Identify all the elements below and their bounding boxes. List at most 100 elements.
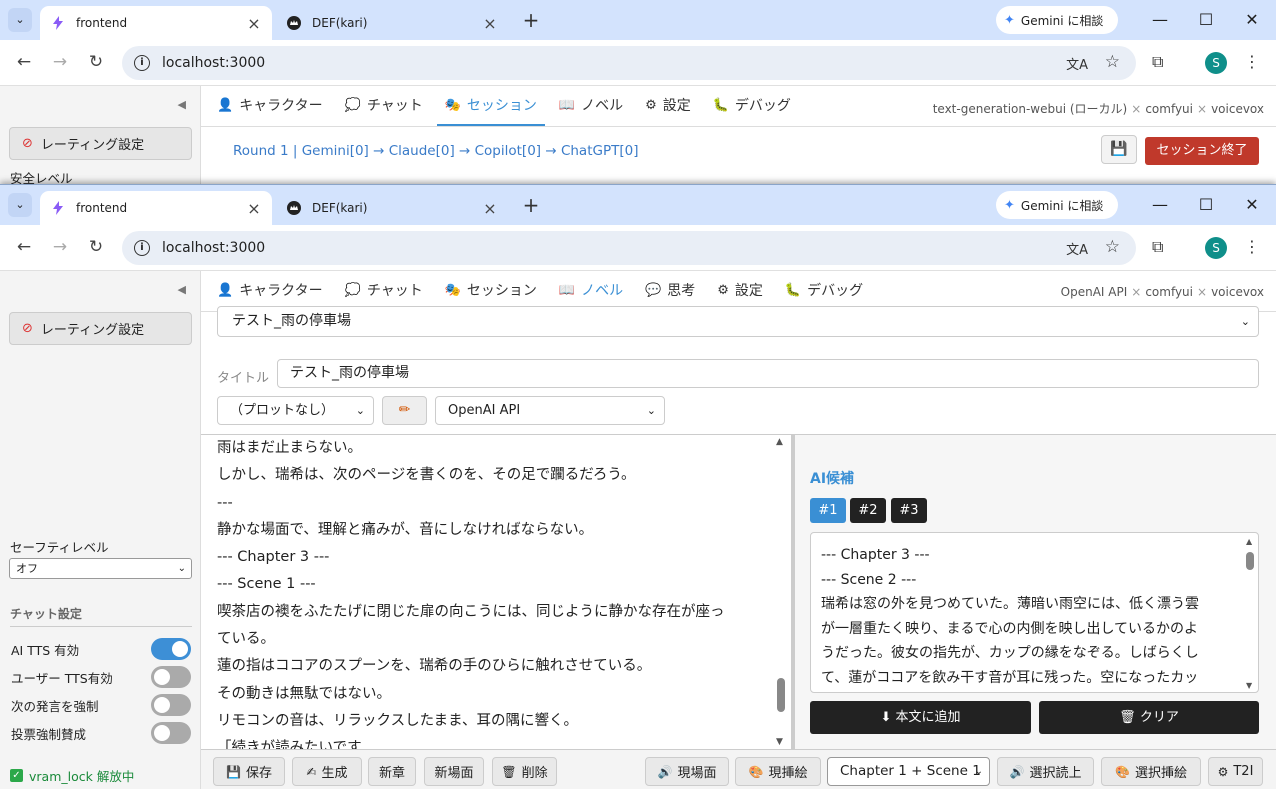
scroll-down-icon[interactable]: ▼ xyxy=(776,737,783,747)
address-bar[interactable]: i localhost:3000 文A ☆ xyxy=(122,231,1136,265)
tab-search-chevron-icon[interactable]: ⌄ xyxy=(8,8,32,32)
tab-settings[interactable]: ⚙ 設定 xyxy=(709,271,771,311)
maximize-icon[interactable]: ☐ xyxy=(1196,195,1216,214)
close-icon[interactable]: × xyxy=(482,199,498,218)
candidate-tab-1[interactable]: #1 xyxy=(810,498,846,523)
address-bar[interactable]: i localhost:3000 文A ☆ xyxy=(122,46,1136,80)
bookmark-star-icon[interactable]: ☆ xyxy=(1105,237,1120,257)
title-input[interactable]: テスト_雨の停車場 xyxy=(277,359,1259,388)
rating-settings-button[interactable]: ⊘ レーティング設定 xyxy=(9,127,192,160)
candidate-tab-2[interactable]: #2 xyxy=(850,498,886,523)
back-icon[interactable]: ← xyxy=(13,52,35,72)
end-session-button[interactable]: セッション終了 xyxy=(1145,137,1259,165)
scroll-thumb[interactable] xyxy=(1246,552,1254,570)
scroll-up-icon[interactable]: ▲ xyxy=(1246,537,1252,546)
current-scene-button[interactable]: 🔊 現場面 xyxy=(645,757,729,786)
append-to-body-button[interactable]: ⬇ 本文に追加 xyxy=(810,701,1031,734)
close-window-icon[interactable]: ✕ xyxy=(1242,10,1262,29)
collapse-sidebar-icon[interactable]: ◀ xyxy=(178,98,186,111)
editor-scrollbar[interactable]: ▲ ▼ xyxy=(775,435,787,749)
safety-level-select[interactable]: オフ ⌄ xyxy=(9,558,192,579)
save-button[interactable]: 💾 保存 xyxy=(213,757,285,786)
current-illust-button[interactable]: 🎨 現挿絵 xyxy=(735,757,821,786)
scroll-thumb[interactable] xyxy=(777,678,785,712)
profile-avatar[interactable]: S xyxy=(1205,52,1227,74)
browser-tab-frontend[interactable]: frontend × xyxy=(40,191,272,225)
read-selection-button[interactable]: 🔊 選択読上 xyxy=(997,757,1094,786)
plot-select[interactable]: （プロットなし） ⌄ xyxy=(217,396,374,425)
gemini-button[interactable]: ✦ Gemini に相談 xyxy=(996,191,1118,219)
extensions-icon[interactable]: ⧉ xyxy=(1152,237,1163,257)
toggle-switch[interactable] xyxy=(151,722,191,744)
close-window-icon[interactable]: ✕ xyxy=(1242,195,1262,214)
forward-icon[interactable]: → xyxy=(49,52,71,72)
new-tab-icon[interactable]: + xyxy=(520,10,542,30)
close-icon[interactable]: × xyxy=(246,14,262,33)
delete-button[interactable]: 🗑 削除 xyxy=(492,757,557,786)
candidate-tab-3[interactable]: #3 xyxy=(891,498,927,523)
save-session-button[interactable]: 💾 xyxy=(1101,135,1137,164)
novel-body-editor[interactable]: 雨はまだ止まらない。 しかし、瑞希は、次のページを書くのを、その足で躙るだろう。… xyxy=(201,434,791,749)
scroll-up-icon[interactable]: ▲ xyxy=(776,437,783,447)
close-icon[interactable]: × xyxy=(482,14,498,33)
generate-button[interactable]: ✍ 生成 xyxy=(292,757,362,786)
edit-plot-button[interactable]: ✏ xyxy=(382,396,427,425)
site-info-icon[interactable]: i xyxy=(134,240,150,256)
tab-novel[interactable]: 📖 ノベル xyxy=(550,271,632,311)
tab-character[interactable]: 👤 キャラクター xyxy=(209,86,331,126)
new-scene-button[interactable]: 新場面 xyxy=(424,757,484,786)
gemini-button[interactable]: ✦ Gemini に相談 xyxy=(996,6,1118,34)
toggle-switch[interactable] xyxy=(151,694,191,716)
browser-tab-def[interactable]: DEF(kari) × xyxy=(276,6,508,40)
t2i-button[interactable]: ⚙ T2I xyxy=(1208,757,1263,786)
extensions-icon[interactable]: ⧉ xyxy=(1152,52,1163,72)
story-select[interactable]: テスト_雨の停車場 ⌄ xyxy=(217,306,1259,337)
browser-tab-frontend[interactable]: frontend × xyxy=(40,6,272,40)
toggle-switch[interactable] xyxy=(151,638,191,660)
minimize-icon[interactable]: — xyxy=(1150,195,1170,214)
back-icon[interactable]: ← xyxy=(13,237,35,257)
api-select[interactable]: OpenAI API ⌄ xyxy=(435,396,665,425)
menu-kebab-icon[interactable]: ⋮ xyxy=(1244,237,1260,256)
tab-character[interactable]: 👤 キャラクター xyxy=(209,271,331,311)
body-line: --- Chapter 3 --- xyxy=(217,549,330,566)
new-chapter-button[interactable]: 新章 xyxy=(368,757,416,786)
menu-kebab-icon[interactable]: ⋮ xyxy=(1244,52,1260,71)
candidate-text[interactable]: --- Chapter 3 --- --- Scene 2 --- 瑞希は窓の外… xyxy=(810,532,1259,693)
tab-settings[interactable]: ⚙ 設定 xyxy=(637,86,699,126)
tab-thinking[interactable]: 💬 思考 xyxy=(637,271,703,311)
collapse-sidebar-icon[interactable]: ◀ xyxy=(178,283,186,296)
tab-debug[interactable]: 🐛 デバッグ xyxy=(777,271,871,311)
insert-illust-button[interactable]: 🎨 選択挿絵 xyxy=(1101,757,1201,786)
tab-chat[interactable]: 💭 チャット xyxy=(337,86,431,126)
toggle-user-tts[interactable]: ユーザー TTS有効 xyxy=(11,666,191,688)
maximize-icon[interactable]: ☐ xyxy=(1196,10,1216,29)
toggle-switch[interactable] xyxy=(151,666,191,688)
profile-avatar[interactable]: S xyxy=(1205,237,1227,259)
tab-session[interactable]: 🎭 セッション xyxy=(437,271,545,311)
rating-settings-button[interactable]: ⊘ レーティング設定 xyxy=(9,312,192,345)
scene-select[interactable]: Chapter 1 + Scene 1 ⌄ xyxy=(827,757,990,786)
close-icon[interactable]: × xyxy=(246,199,262,218)
tab-novel[interactable]: 📖 ノベル xyxy=(551,86,631,126)
bookmark-star-icon[interactable]: ☆ xyxy=(1105,52,1120,72)
tab-chat[interactable]: 💭 チャット xyxy=(337,271,431,311)
toggle-force-vote[interactable]: 投票強制賛成 xyxy=(11,722,191,744)
translate-icon[interactable]: 文A xyxy=(1066,239,1088,258)
toggle-ai-tts[interactable]: AI TTS 有効 xyxy=(11,638,191,660)
translate-icon[interactable]: 文A xyxy=(1066,54,1088,73)
minimize-icon[interactable]: — xyxy=(1150,10,1170,29)
tab-debug[interactable]: 🐛 デバッグ xyxy=(705,86,799,126)
tab-session[interactable]: 🎭 セッション xyxy=(436,86,545,126)
clear-button[interactable]: 🗑 クリア xyxy=(1039,701,1259,734)
forward-icon[interactable]: → xyxy=(49,237,71,257)
reload-icon[interactable]: ↻ xyxy=(85,52,107,72)
new-tab-icon[interactable]: + xyxy=(520,195,542,215)
toggle-force-next[interactable]: 次の発言を強制 xyxy=(11,694,191,716)
browser-tab-def[interactable]: DEF(kari) × xyxy=(276,191,508,225)
reload-icon[interactable]: ↻ xyxy=(85,237,107,257)
tab-search-chevron-icon[interactable]: ⌄ xyxy=(8,193,32,217)
scroll-down-icon[interactable]: ▼ xyxy=(1246,681,1252,690)
site-info-icon[interactable]: i xyxy=(134,55,150,71)
candidate-scrollbar[interactable]: ▲ ▼ xyxy=(1245,535,1255,690)
